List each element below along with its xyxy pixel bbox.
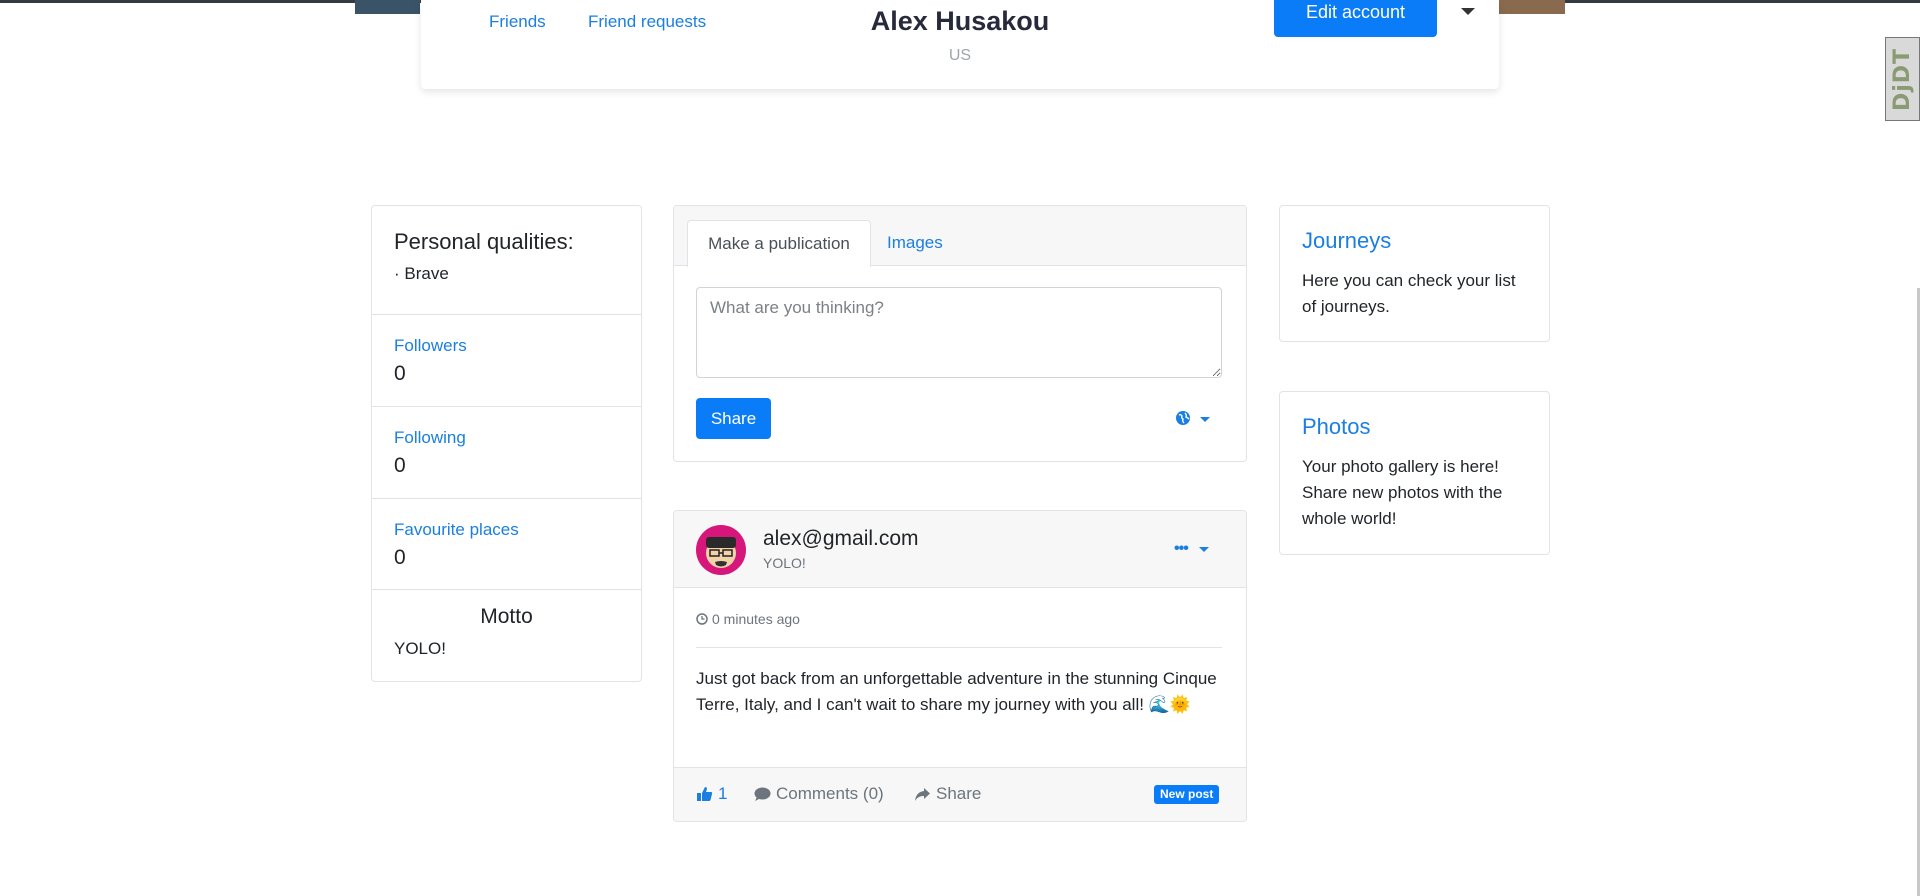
visibility-caret-icon — [1200, 417, 1210, 422]
profile-stats-card: Personal qualities: · Brave Followers 0 … — [371, 205, 642, 682]
clock-icon — [696, 613, 708, 625]
motto-title: Motto — [480, 605, 533, 628]
post-timestamp: 0 minutes ago — [696, 611, 800, 627]
publication-card: Make a publication Images Share — [673, 205, 1247, 462]
post-share-label: Share — [936, 784, 982, 803]
quality-item: · Brave — [394, 264, 449, 283]
journeys-link[interactable]: Journeys — [1302, 228, 1391, 254]
account-dropdown-caret-icon[interactable] — [1457, 3, 1479, 19]
debug-toolbar-toggle[interactable]: DjDT — [1885, 37, 1920, 121]
new-post-badge: New post — [1154, 785, 1220, 804]
post-author-subtitle: YOLO! — [763, 555, 806, 571]
comments-button[interactable]: Comments (0) — [754, 784, 884, 804]
post-divider — [696, 647, 1222, 648]
motto-text: YOLO! — [394, 639, 446, 658]
post-options-dropdown[interactable]: ••• — [1174, 541, 1214, 557]
personal-qualities-title: Personal qualities: — [394, 229, 574, 254]
publication-tabs: Make a publication Images — [674, 206, 1246, 267]
post-body: Just got back from an unforgettable adve… — [696, 669, 1217, 714]
post-header: alex@gmail.com YOLO! ••• — [674, 511, 1246, 588]
photos-card: Photos Your photo gallery is here! Share… — [1279, 391, 1550, 555]
like-count: 1 — [718, 784, 728, 803]
globe-icon — [1176, 411, 1190, 425]
profile-country: US — [948, 47, 972, 64]
comment-icon — [754, 787, 771, 801]
favourite-places-count: 0 — [394, 546, 406, 569]
post-card: alex@gmail.com YOLO! ••• 0 minutes ago J… — [673, 510, 1247, 822]
comments-label: Comments (0) — [776, 784, 884, 803]
debug-toolbar-label: DjDT — [1890, 47, 1916, 111]
post-footer: 1 Comments (0) Share New post — [674, 767, 1246, 821]
post-time-text: 0 minutes ago — [712, 611, 800, 627]
share-icon — [915, 787, 930, 801]
cover-image-right — [1497, 0, 1565, 14]
ellipsis-icon: ••• — [1174, 540, 1189, 557]
following-link[interactable]: Following — [394, 428, 466, 448]
visibility-dropdown[interactable] — [1175, 410, 1215, 428]
following-section: Following 0 — [372, 406, 641, 499]
following-count: 0 — [394, 454, 406, 477]
followers-count: 0 — [394, 362, 406, 385]
tab-images[interactable]: Images — [887, 220, 943, 266]
profile-header: Friends Friend requests Alex Husakou US … — [421, 0, 1499, 89]
motto-section: Motto YOLO! — [372, 589, 641, 681]
publication-textarea[interactable] — [696, 287, 1222, 378]
personal-qualities-section: Personal qualities: · Brave — [372, 206, 641, 315]
followers-link[interactable]: Followers — [394, 336, 467, 356]
favourite-places-section: Favourite places 0 — [372, 498, 641, 590]
thumbs-up-icon — [697, 787, 713, 801]
avatar[interactable] — [696, 525, 746, 575]
photos-link[interactable]: Photos — [1302, 414, 1371, 440]
journeys-description: Here you can check your list of journeys… — [1302, 271, 1516, 316]
post-options-caret-icon — [1199, 547, 1209, 552]
post-author[interactable]: alex@gmail.com — [763, 527, 919, 551]
journeys-card: Journeys Here you can check your list of… — [1279, 205, 1550, 342]
photos-description: Your photo gallery is here! Share new ph… — [1302, 457, 1503, 528]
publish-share-button[interactable]: Share — [696, 398, 771, 439]
followers-section: Followers 0 — [372, 314, 641, 407]
like-button[interactable]: 1 — [696, 784, 727, 804]
tab-make-publication[interactable]: Make a publication — [687, 220, 871, 267]
post-share-button[interactable]: Share — [914, 784, 981, 804]
edit-account-button[interactable]: Edit account — [1274, 0, 1437, 37]
favourite-places-link[interactable]: Favourite places — [394, 520, 519, 540]
cover-image-left — [355, 0, 420, 14]
